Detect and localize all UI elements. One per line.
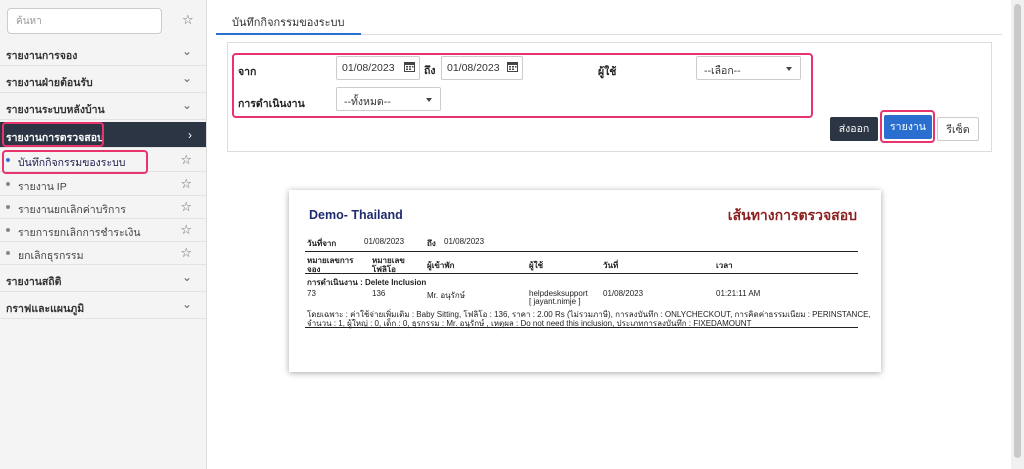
report-date-to: 01/08/2023 [444, 237, 485, 246]
header-booking-no-2: จอง [307, 265, 321, 274]
header-date: วันที่ [603, 261, 619, 270]
sidebar-section-booking[interactable]: รายงานการจอง ⌄ [0, 40, 206, 66]
export-button[interactable]: ส่งออก [830, 117, 878, 141]
favorite-star-icon[interactable]: ☆ [182, 13, 194, 26]
header-guest: ผู้เข้าพัก [427, 261, 455, 270]
sidebar-item-label: ยกเลิกธุรกรรม [18, 250, 84, 262]
report-company: Demo- Thailand [309, 208, 403, 222]
report-date-from: 01/08/2023 [364, 237, 405, 246]
report-divider [305, 327, 858, 328]
sidebar-section-charts[interactable]: กราฟและแผนภูมิ ⌄ [0, 293, 206, 319]
row-guest: Mr. อนุรักษ์ [427, 291, 466, 300]
audit-report: Demo- Thailand เส้นทางการตรวจสอบ วันที่จ… [289, 190, 881, 372]
bullet-icon [6, 228, 10, 232]
bullet-icon [6, 182, 10, 186]
search-input[interactable] [8, 9, 161, 33]
row-detail-2: จำนวน : 1, ผู้ใหญ่ : 0, เด็ก : 0, ธุรกรร… [307, 319, 752, 328]
bullet-icon [6, 251, 10, 255]
report-divider [305, 251, 858, 252]
scrollbar-thumb[interactable] [1014, 4, 1021, 458]
row-time: 01:21:11 AM [716, 289, 761, 298]
highlight-audit-section [2, 122, 104, 147]
highlight-filters [232, 53, 813, 118]
chevron-right-icon: › [188, 128, 192, 142]
bullet-icon [6, 205, 10, 209]
header-user: ผู้ใช้ [529, 261, 544, 270]
highlight-audit-trail [2, 150, 148, 174]
report-date-from-label: วันที่จาก [307, 239, 337, 248]
sidebar-item-label: รายงานยกเลิกค่าบริการ [18, 204, 126, 216]
header-time: เวลา [716, 261, 733, 270]
section-label: รายงานระบบหลังบ้าน [6, 104, 105, 116]
row-booking-no: 73 [307, 289, 316, 298]
sidebar-item-void-payments[interactable]: รายการยกเลิกการชำระเงิน ☆ [0, 219, 206, 242]
sidebar-section-statistics[interactable]: รายงานสถิติ ⌄ [0, 266, 206, 292]
chevron-down-icon: ⌄ [181, 98, 192, 112]
favorite-star-icon[interactable]: ☆ [180, 177, 192, 190]
sidebar-item-label: รายการยกเลิกการชำระเงิน [18, 227, 141, 239]
sidebar-section-front-desk[interactable]: รายงานฝ่ายต้อนรับ ⌄ [0, 67, 206, 93]
section-label: กราฟและแผนภูมิ [6, 303, 85, 315]
sidebar-item-void-charges[interactable]: รายงานยกเลิกค่าบริการ ☆ [0, 196, 206, 219]
favorite-star-icon[interactable]: ☆ [180, 246, 192, 259]
sidebar: ☆ รายงานการจอง ⌄ รายงานฝ่ายต้อนรับ ⌄ ราย… [0, 0, 207, 469]
favorite-star-icon[interactable]: ☆ [180, 200, 192, 213]
favorite-star-icon[interactable]: ☆ [180, 223, 192, 236]
chevron-down-icon: ⌄ [181, 297, 192, 311]
favorite-star-icon[interactable]: ☆ [180, 153, 192, 166]
row-folio-no: 136 [372, 289, 386, 298]
tab-bar: บันทึกกิจกรรมของระบบ [216, 10, 1002, 35]
section-label: รายงานฝ่ายต้อนรับ [6, 77, 93, 89]
row-user-login: [ jayant.nimje ] [529, 297, 581, 306]
vertical-scrollbar[interactable] [1011, 0, 1024, 469]
report-date-to-label: ถึง [427, 239, 436, 248]
search-box[interactable] [7, 8, 162, 34]
row-date: 01/08/2023 [603, 289, 644, 298]
reset-button[interactable]: รีเซ็ต [937, 117, 979, 141]
section-label: รายงานการจอง [6, 50, 78, 62]
operation-line: การดำเนินงาน : Delete Inclusion [307, 278, 427, 287]
report-title: เส้นทางการตรวจสอบ [727, 207, 857, 223]
sidebar-item-void-transactions[interactable]: ยกเลิกธุรกรรม ☆ [0, 242, 206, 265]
chevron-down-icon: ⌄ [181, 44, 192, 58]
tab-label: บันทึกกิจกรรมของระบบ [232, 17, 345, 29]
header-folio-no-2: โฟลิโอ [372, 265, 396, 274]
report-divider [305, 273, 858, 274]
chevron-down-icon: ⌄ [181, 71, 192, 85]
sidebar-item-ip-report[interactable]: รายงาน IP ☆ [0, 173, 206, 196]
section-label: รายงานสถิติ [6, 276, 62, 288]
tab-audit-trail[interactable]: บันทึกกิจกรรมของระบบ [216, 10, 361, 35]
sidebar-item-label: รายงาน IP [18, 181, 67, 193]
highlight-report-button [880, 110, 935, 143]
chevron-down-icon: ⌄ [181, 270, 192, 284]
sidebar-section-back-office[interactable]: รายงานระบบหลังบ้าน ⌄ [0, 94, 206, 120]
